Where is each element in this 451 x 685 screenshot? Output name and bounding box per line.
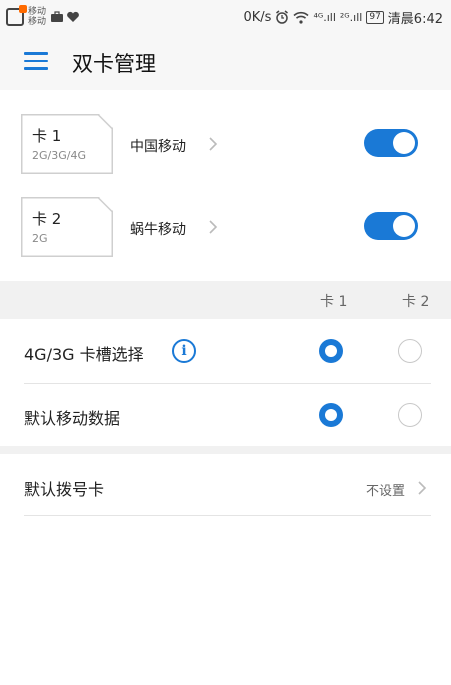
app-bar: 双卡管理: [0, 34, 451, 90]
carrier-top-label: 移动: [28, 7, 47, 17]
alarm-icon: [276, 10, 289, 24]
status-bar: 移动 移动 0K/s ⁴ᴳ.ıll ²ᴳ.ıll 97 清晨6:42: [0, 0, 451, 34]
info-icon[interactable]: i: [172, 339, 196, 363]
network-speed: 0K/s: [243, 9, 272, 25]
carrier-bottom-label: 移动: [28, 17, 47, 27]
divider: [24, 515, 431, 516]
slot-select-card2-radio[interactable]: [398, 339, 422, 363]
carrier-stack: 移动 移动: [28, 7, 46, 27]
default-data-label: 默认移动数据: [24, 409, 121, 428]
sim-carrier-name[interactable]: 蜗牛移动: [130, 219, 186, 239]
sim-card-2: 卡 2 2G: [21, 197, 113, 257]
status-right: 0K/s ⁴ᴳ.ıll ²ᴳ.ıll 97 清晨6:42: [243, 8, 443, 27]
sim-card-1: 卡 1 2G/3G/4G: [21, 114, 113, 174]
sim-network-types: 2G: [32, 232, 48, 245]
sim-carrier-name[interactable]: 中国移动: [130, 136, 186, 156]
default-data-row: 默认移动数据: [0, 383, 451, 447]
status-left: 移动 移动: [6, 5, 80, 27]
briefcase-icon: [51, 11, 64, 22]
sim-row-2: 卡 2 2G 蜗牛移动: [0, 197, 451, 281]
signal-2-indicator: ²ᴳ.ıll: [339, 10, 363, 24]
chevron-right-icon[interactable]: [206, 217, 220, 237]
default-dial-row[interactable]: 默认拨号卡 不设置: [0, 454, 451, 516]
wifi-icon: [293, 11, 309, 24]
sim-card-label: 卡 2: [32, 210, 62, 228]
slot-select-row: 4G/3G 卡槽选择 i: [0, 319, 451, 383]
sim-network-types: 2G/3G/4G: [32, 149, 86, 162]
sim-2-toggle[interactable]: [364, 212, 418, 240]
column-card-1: 卡 1: [320, 294, 348, 310]
default-data-card1-radio[interactable]: [319, 403, 343, 427]
sim-column-header: 卡 1 卡 2: [0, 281, 451, 319]
toggle-knob: [393, 215, 415, 237]
status-notification-icons: [50, 11, 80, 23]
default-dial-label: 默认拨号卡: [24, 480, 105, 499]
default-data-card2-radio[interactable]: [398, 403, 422, 427]
page-title: 双卡管理: [72, 52, 156, 76]
column-card-2: 卡 2: [402, 294, 430, 310]
slot-select-label: 4G/3G 卡槽选择: [24, 345, 144, 364]
menu-icon[interactable]: [24, 52, 48, 72]
sim-1-toggle[interactable]: [364, 129, 418, 157]
battery-indicator: 97: [366, 10, 384, 24]
signal-1-indicator: ⁴ᴳ.ıll: [313, 10, 336, 24]
sim-card-label: 卡 1: [32, 127, 62, 145]
status-time: 清晨6:42: [387, 11, 443, 27]
heart-icon: [67, 11, 79, 22]
chevron-right-icon[interactable]: [206, 134, 220, 154]
chevron-right-icon: [418, 481, 427, 495]
default-dial-value: 不设置: [366, 484, 406, 499]
section-gap: [0, 446, 451, 454]
toggle-knob: [393, 132, 415, 154]
notification-app-icon: [6, 5, 27, 26]
sim-row-1: 卡 1 2G/3G/4G 中国移动: [0, 114, 451, 198]
slot-select-card1-radio[interactable]: [319, 339, 343, 363]
